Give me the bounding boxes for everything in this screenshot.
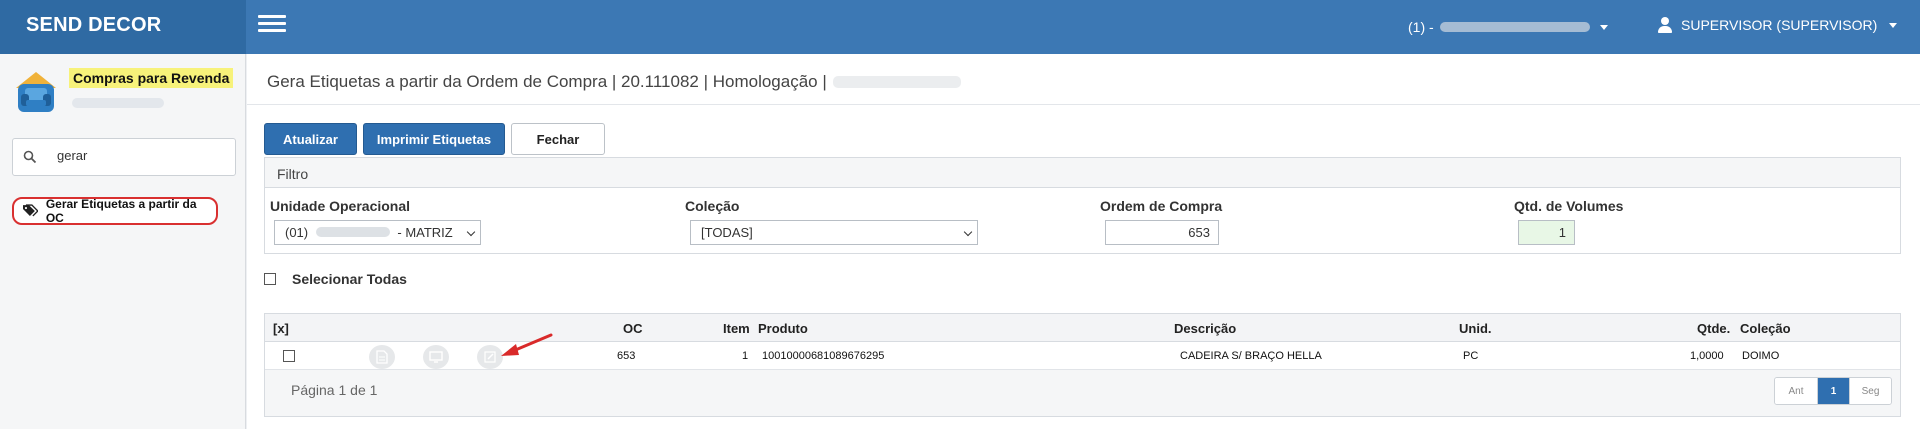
user-icon [1657, 17, 1673, 33]
brand-logo[interactable]: SEND DECOR [0, 0, 246, 54]
grid-footer: Página 1 de 1 Ant 1 Seg [265, 370, 1900, 416]
top-bar: SEND DECOR (1) - SUPERVISOR (SUPERVISOR) [0, 0, 1920, 54]
cell-product: 10010000681089676295 [762, 350, 885, 362]
page-title-text: Gera Etiquetas a partir da Ordem de Comp… [267, 72, 827, 91]
collection-select[interactable]: [TODAS] [690, 220, 978, 245]
divider [247, 104, 1920, 105]
cell-oc: 653 [617, 350, 636, 362]
unit-suffix: - MATRIZ [397, 225, 453, 240]
monitor-icon[interactable] [423, 345, 449, 369]
col-collection: Coleção [1740, 321, 1791, 336]
user-menu[interactable]: SUPERVISOR (SUPERVISOR) [1657, 17, 1898, 33]
sidebar-item-gerar-etiquetas[interactable]: Gerar Etiquetas a partir da OC [12, 197, 218, 225]
close-button[interactable]: Fechar [511, 123, 605, 155]
menu-icon[interactable] [258, 15, 286, 35]
user-label: SUPERVISOR (SUPERVISOR) [1681, 17, 1878, 33]
arrow-annotation [501, 333, 553, 356]
row-checkbox[interactable] [283, 350, 295, 362]
filter-title: Filtro [265, 158, 1900, 188]
sidebar: Compras para Revenda Gerar Etiquetas a p… [0, 54, 246, 429]
cell-qty: 1,0000 [1690, 350, 1724, 362]
select-all-checkbox[interactable] [264, 273, 276, 285]
menu-search[interactable] [12, 138, 236, 176]
module-sofa-icon [16, 72, 56, 112]
select-all[interactable]: Selecionar Todas [264, 271, 407, 287]
items-grid: [x] OC Item Produto Descrição Unid. Qtde… [264, 313, 1901, 417]
select-all-label: Selecionar Todas [292, 271, 407, 287]
redacted-unit-name [315, 227, 390, 237]
col-item: Item [723, 321, 750, 336]
document-icon[interactable] [369, 345, 395, 369]
collection-value: [TODAS] [701, 225, 753, 240]
redacted-module-subtitle [72, 96, 164, 111]
pager-page-1[interactable]: 1 [1817, 378, 1849, 404]
cell-description: CADEIRA S/ BRAÇO HELLA [1180, 350, 1322, 362]
company-prefix: (1) - [1408, 19, 1434, 35]
col-description: Descrição [1174, 321, 1237, 336]
unit-prefix: (01) [285, 225, 309, 240]
volumes-label: Qtd. de Volumes [1514, 198, 1624, 214]
po-label: Ordem de Compra [1100, 198, 1223, 214]
col-check[interactable]: [x] [273, 321, 289, 336]
chevron-down-icon [963, 227, 973, 237]
pager-next-button[interactable]: Seg [1849, 378, 1891, 404]
update-button[interactable]: Atualizar [264, 123, 357, 155]
redacted-environment [832, 76, 961, 88]
pager: Ant 1 Seg [1774, 377, 1892, 405]
cell-unit: PC [1463, 350, 1479, 362]
module-title: Compras para Revenda [69, 68, 234, 88]
main-content: Gera Etiquetas a partir da Ordem de Comp… [247, 54, 1920, 429]
sidebar-item-label: Gerar Etiquetas a partir da OC [45, 197, 197, 225]
chevron-down-icon [466, 227, 476, 237]
volumes-input[interactable]: 1 [1518, 220, 1575, 245]
page-title: Gera Etiquetas a partir da Ordem de Comp… [267, 72, 961, 92]
cell-item: 1 [742, 350, 749, 362]
pager-prev-button[interactable]: Ant [1775, 378, 1817, 404]
redacted-company-name [1439, 22, 1590, 32]
collection-label: Coleção [685, 198, 740, 214]
print-labels-button[interactable]: Imprimir Etiquetas [363, 123, 505, 155]
unit-label: Unidade Operacional [270, 198, 411, 214]
cell-collection: DOIMO [1742, 350, 1780, 362]
search-input[interactable] [57, 148, 227, 163]
filter-panel: Filtro Unidade Operacional (01) - MATRIZ… [264, 157, 1901, 254]
chevron-down-icon [1599, 24, 1608, 30]
tag-icon [22, 204, 38, 217]
unit-select[interactable]: (01) - MATRIZ [274, 220, 481, 245]
search-icon [23, 150, 37, 164]
company-selector[interactable]: (1) - [1408, 19, 1608, 35]
col-product: Produto [758, 321, 808, 336]
col-oc: OC [623, 321, 643, 336]
chevron-down-icon [1889, 22, 1898, 28]
po-input[interactable]: 653 [1105, 220, 1219, 245]
pagination-text: Página 1 de 1 [291, 382, 378, 398]
col-qty: Qtde. [1697, 321, 1731, 336]
col-unit: Unid. [1459, 321, 1492, 336]
